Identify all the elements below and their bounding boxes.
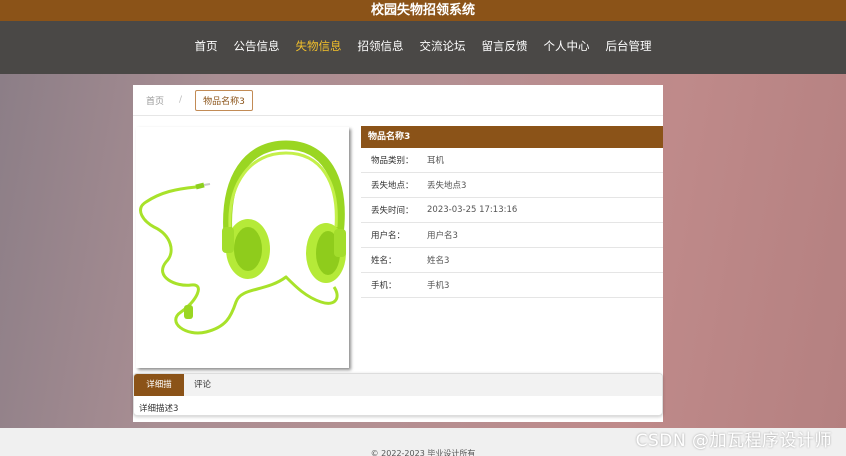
info-row-category: 物品类别： 耳机 — [361, 148, 663, 173]
info-value: 手机3 — [427, 281, 450, 291]
nav-item-home[interactable]: 首页 — [187, 38, 226, 54]
info-label: 物品类别： — [371, 156, 414, 166]
tab-comments[interactable]: 评论 — [184, 374, 221, 396]
headphones-photo-icon — [136, 127, 349, 368]
info-label: 用户名： — [371, 231, 406, 241]
main-nav: 首页 公告信息 失物信息 招领信息 交流论坛 留言反馈 个人中心 后台管理 — [0, 21, 846, 54]
info-label: 丢失时间： — [371, 206, 414, 216]
info-value: 用户名3 — [427, 231, 458, 241]
info-value: 丢失地点3 — [427, 181, 467, 191]
nav-item-personal-center[interactable]: 个人中心 — [536, 38, 598, 54]
info-value: 2023-03-25 17:13:16 — [427, 205, 518, 215]
item-photo — [136, 127, 349, 368]
nav-item-admin[interactable]: 后台管理 — [598, 38, 660, 54]
tab-bar: 详细描述 评论 — [134, 374, 662, 412]
info-label: 丢失地点： — [371, 181, 414, 191]
breadcrumb-current: 物品名称3 — [195, 89, 253, 111]
breadcrumb-separator: / — [179, 95, 183, 105]
breadcrumb-home[interactable]: 首页 — [146, 94, 164, 107]
info-value: 耳机 — [427, 156, 445, 166]
site-title: 校园失物招领系统 — [370, 3, 475, 18]
nav-item-feedback[interactable]: 留言反馈 — [474, 38, 536, 54]
tab-content: 详细描述3 — [139, 404, 179, 414]
site-title-bar: 校园失物招领系统 — [0, 0, 846, 21]
nav-item-lost-items[interactable]: 失物信息 — [288, 38, 350, 54]
info-label: 手机： — [371, 281, 397, 291]
breadcrumb: 首页 / 物品名称3 — [133, 85, 663, 116]
info-value: 姓名3 — [427, 256, 450, 266]
tab-description[interactable]: 详细描述 — [134, 374, 184, 412]
main-nav-bar: 首页 公告信息 失物信息 招领信息 交流论坛 留言反馈 个人中心 后台管理 — [0, 21, 846, 74]
item-info: 物品名称3 物品类别： 耳机 丢失地点： 丢失地点3 丢失时间： 2023-03… — [361, 126, 663, 298]
info-row-name: 姓名： 姓名3 — [361, 248, 663, 273]
nav-item-found-items[interactable]: 招领信息 — [350, 38, 412, 54]
detail-panel: 首页 / 物品名称3 物品名称3 物品类别： 耳机 丢失地点： 丢失地点3 丢失… — [133, 85, 663, 422]
detail-tabs: 详细描述 评论 详细描述3 — [133, 373, 663, 416]
csdn-watermark: CSDN @加瓦程序设计师 — [635, 431, 832, 451]
nav-item-forum[interactable]: 交流论坛 — [412, 38, 474, 54]
nav-item-announcements[interactable]: 公告信息 — [226, 38, 288, 54]
info-row-phone: 手机： 手机3 — [361, 273, 663, 298]
info-row-username: 用户名： 用户名3 — [361, 223, 663, 248]
item-info-header: 物品名称3 — [361, 126, 663, 148]
info-row-lost-time: 丢失时间： 2023-03-25 17:13:16 — [361, 198, 663, 223]
info-row-lost-location: 丢失地点： 丢失地点3 — [361, 173, 663, 198]
info-label: 姓名： — [371, 256, 397, 266]
